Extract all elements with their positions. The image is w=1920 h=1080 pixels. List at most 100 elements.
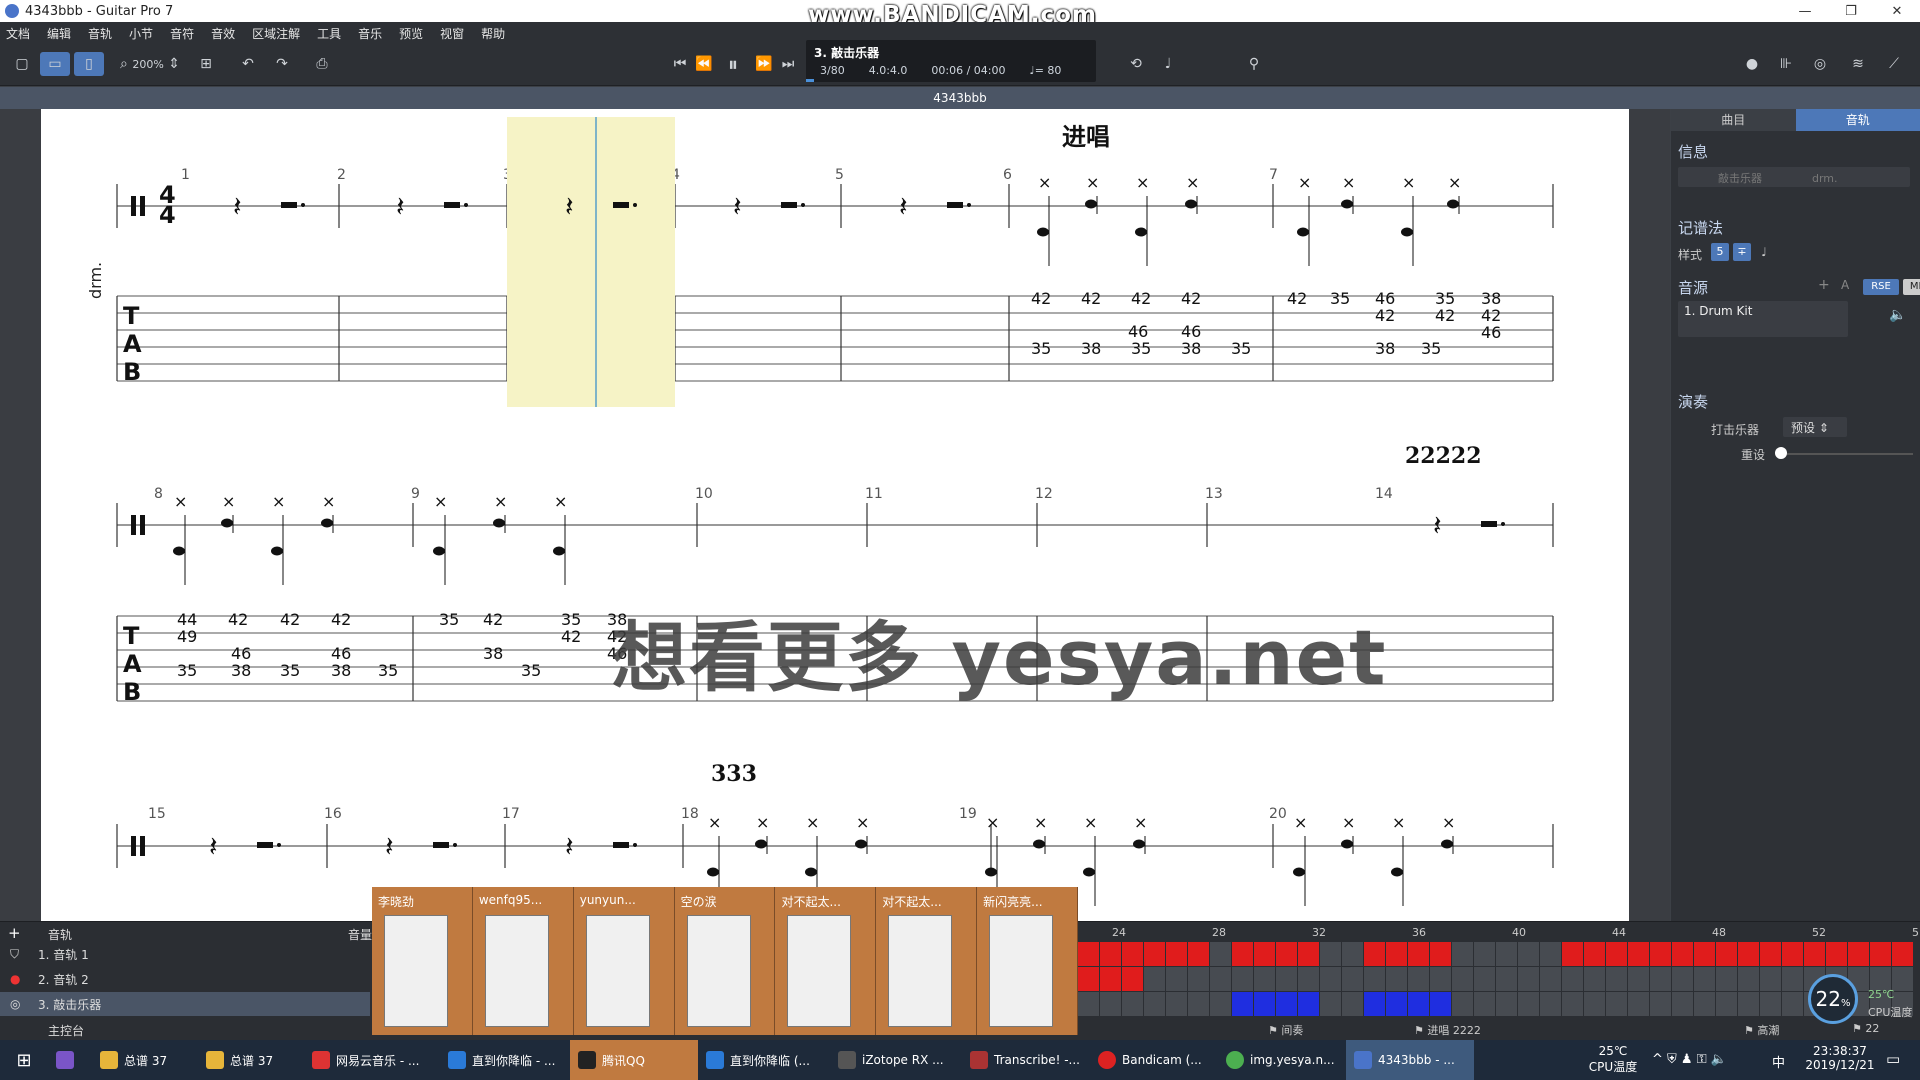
panel-left-toggle-icon[interactable]: ▢ bbox=[8, 52, 36, 76]
timeline-cell[interactable] bbox=[1540, 992, 1562, 1016]
timeline-cell[interactable] bbox=[1386, 942, 1408, 966]
timeline-cell[interactable] bbox=[1518, 992, 1540, 1016]
timeline-cell[interactable] bbox=[1232, 942, 1254, 966]
timeline-cell[interactable] bbox=[1474, 967, 1496, 991]
notification-icon[interactable]: ▭ bbox=[1886, 1050, 1900, 1068]
timeline-cell[interactable] bbox=[1078, 992, 1100, 1016]
timeline-cell[interactable] bbox=[1716, 967, 1738, 991]
first-bar-icon[interactable]: ⏮ bbox=[668, 52, 692, 76]
thumb-1[interactable]: 李晓劲 bbox=[372, 887, 473, 1035]
menu-tools[interactable]: 工具 bbox=[317, 25, 341, 42]
style-standard-button[interactable]: 5 bbox=[1711, 243, 1729, 261]
timeline-cell[interactable] bbox=[1892, 942, 1914, 966]
thumb-4[interactable]: 空の涙 bbox=[675, 887, 776, 1035]
timeline-cell[interactable] bbox=[1342, 992, 1364, 1016]
thumb-3[interactable]: yunyun... bbox=[574, 887, 675, 1035]
task-8[interactable]: Transcribe! -... bbox=[962, 1040, 1090, 1080]
timeline-cell[interactable] bbox=[1562, 942, 1584, 966]
timeline-cell[interactable] bbox=[1694, 942, 1716, 966]
track-row-3[interactable]: ◎ 3. 敲击乐器 bbox=[0, 992, 370, 1016]
audio-icon[interactable]: ≋ bbox=[1844, 52, 1872, 76]
add-sound-icon[interactable]: + bbox=[1818, 277, 1830, 293]
timeline-cell[interactable] bbox=[1474, 992, 1496, 1016]
page-view-icon[interactable]: ▭ bbox=[40, 52, 70, 76]
timeline-cell[interactable] bbox=[1342, 942, 1364, 966]
timeline-cell[interactable] bbox=[1122, 967, 1144, 991]
timeline-cell[interactable] bbox=[1100, 967, 1122, 991]
task-11[interactable]: 4343bbb - ... bbox=[1346, 1040, 1474, 1080]
close-button[interactable]: ✕ bbox=[1874, 0, 1920, 22]
timeline-cell[interactable] bbox=[1870, 942, 1892, 966]
timeline-cell[interactable] bbox=[1298, 992, 1320, 1016]
timeline-cell[interactable] bbox=[1584, 967, 1606, 991]
menu-edit[interactable]: 编辑 bbox=[47, 25, 71, 42]
menu-note[interactable]: 音符 bbox=[170, 25, 194, 42]
task-6[interactable]: 直到你降临 (... bbox=[698, 1040, 830, 1080]
timeline-cell[interactable] bbox=[1738, 967, 1760, 991]
sound-a-icon[interactable]: A bbox=[1841, 278, 1849, 292]
timeline-cell[interactable] bbox=[1210, 942, 1232, 966]
timeline-cell[interactable] bbox=[1540, 942, 1562, 966]
timeline-cell[interactable] bbox=[1144, 992, 1166, 1016]
last-bar-icon[interactable]: ⏭ bbox=[776, 52, 800, 76]
timeline-cell[interactable] bbox=[1254, 992, 1276, 1016]
timeline[interactable]: 24 28 32 36 40 44 48 52 5 ⚑ 间奏 ⚑ 进唱 2222… bbox=[1078, 922, 1920, 1041]
timeline-cell[interactable] bbox=[1100, 992, 1122, 1016]
timeline-cell[interactable] bbox=[1320, 967, 1342, 991]
timeline-cell[interactable] bbox=[1760, 942, 1782, 966]
timeline-cell[interactable] bbox=[1694, 992, 1716, 1016]
timeline-cell[interactable] bbox=[1760, 992, 1782, 1016]
ime-indicator[interactable]: 中 bbox=[1772, 1052, 1785, 1071]
timeline-cell[interactable] bbox=[1188, 967, 1210, 991]
timeline-cell[interactable] bbox=[1650, 942, 1672, 966]
layout-icon[interactable]: ⊞ bbox=[190, 52, 222, 76]
sound-bank[interactable]: 1. Drum Kit bbox=[1678, 301, 1848, 337]
timeline-cell[interactable] bbox=[1452, 992, 1474, 1016]
reset-slider[interactable] bbox=[1775, 453, 1913, 455]
zoom-control[interactable]: ⌕ 200% ⇕ bbox=[116, 52, 184, 76]
metronome-note-icon[interactable]: ♩ bbox=[1156, 52, 1180, 76]
timeline-cell[interactable] bbox=[1650, 992, 1672, 1016]
tab-track[interactable]: 音轨 bbox=[1795, 109, 1920, 131]
timeline-cell[interactable] bbox=[1782, 992, 1804, 1016]
timeline-cell[interactable] bbox=[1716, 992, 1738, 1016]
timeline-cell[interactable] bbox=[1606, 992, 1628, 1016]
menu-view[interactable]: 视窗 bbox=[440, 25, 464, 42]
rse-button[interactable]: RSE bbox=[1863, 279, 1899, 295]
timeline-cell[interactable] bbox=[1232, 967, 1254, 991]
timeline-cell[interactable] bbox=[1408, 992, 1430, 1016]
timeline-cell[interactable] bbox=[1166, 967, 1188, 991]
reset-slider-knob[interactable] bbox=[1775, 447, 1787, 459]
timeline-cell[interactable] bbox=[1518, 942, 1540, 966]
timeline-cell[interactable] bbox=[1386, 992, 1408, 1016]
timeline-cell[interactable] bbox=[1892, 967, 1914, 991]
score-page[interactable]: TABTABTAB1234567891011121314151617181920… bbox=[41, 109, 1629, 921]
tab-song[interactable]: 曲目 bbox=[1671, 109, 1796, 131]
thumb-7[interactable]: 新闪亮亮... bbox=[977, 887, 1079, 1035]
timeline-cell[interactable] bbox=[1584, 992, 1606, 1016]
timeline-cell[interactable] bbox=[1364, 967, 1386, 991]
timeline-cell[interactable] bbox=[1408, 942, 1430, 966]
timeline-cell[interactable] bbox=[1452, 942, 1474, 966]
clock[interactable]: 23:38:37 2019/12/21 bbox=[1800, 1044, 1880, 1072]
timeline-cell[interactable] bbox=[1078, 967, 1100, 991]
timeline-cell[interactable] bbox=[1584, 942, 1606, 966]
thumb-2[interactable]: wenfq95... bbox=[473, 887, 574, 1035]
timeline-cell[interactable] bbox=[1738, 992, 1760, 1016]
timeline-cell[interactable] bbox=[1122, 992, 1144, 1016]
timeline-cell[interactable] bbox=[1298, 967, 1320, 991]
timeline-cell[interactable] bbox=[1716, 942, 1738, 966]
menu-music[interactable]: 音乐 bbox=[358, 25, 382, 42]
timeline-cell[interactable] bbox=[1540, 967, 1562, 991]
start-button[interactable]: ⊞ bbox=[0, 1040, 48, 1080]
speaker-icon[interactable]: 🔈 bbox=[1889, 307, 1906, 323]
style-slash-button[interactable]: ♩ bbox=[1755, 243, 1773, 261]
timeline-cell[interactable] bbox=[1430, 967, 1452, 991]
task-7[interactable]: iZotope RX ... bbox=[830, 1040, 962, 1080]
timeline-cell[interactable] bbox=[1848, 942, 1870, 966]
timeline-cell[interactable] bbox=[1628, 967, 1650, 991]
task-2[interactable]: 总谱 37 bbox=[198, 1040, 304, 1080]
track-row-2[interactable]: ● 2. 音轨 2 bbox=[0, 967, 370, 991]
timeline-cell[interactable] bbox=[1320, 942, 1342, 966]
timeline-cell[interactable] bbox=[1430, 942, 1452, 966]
